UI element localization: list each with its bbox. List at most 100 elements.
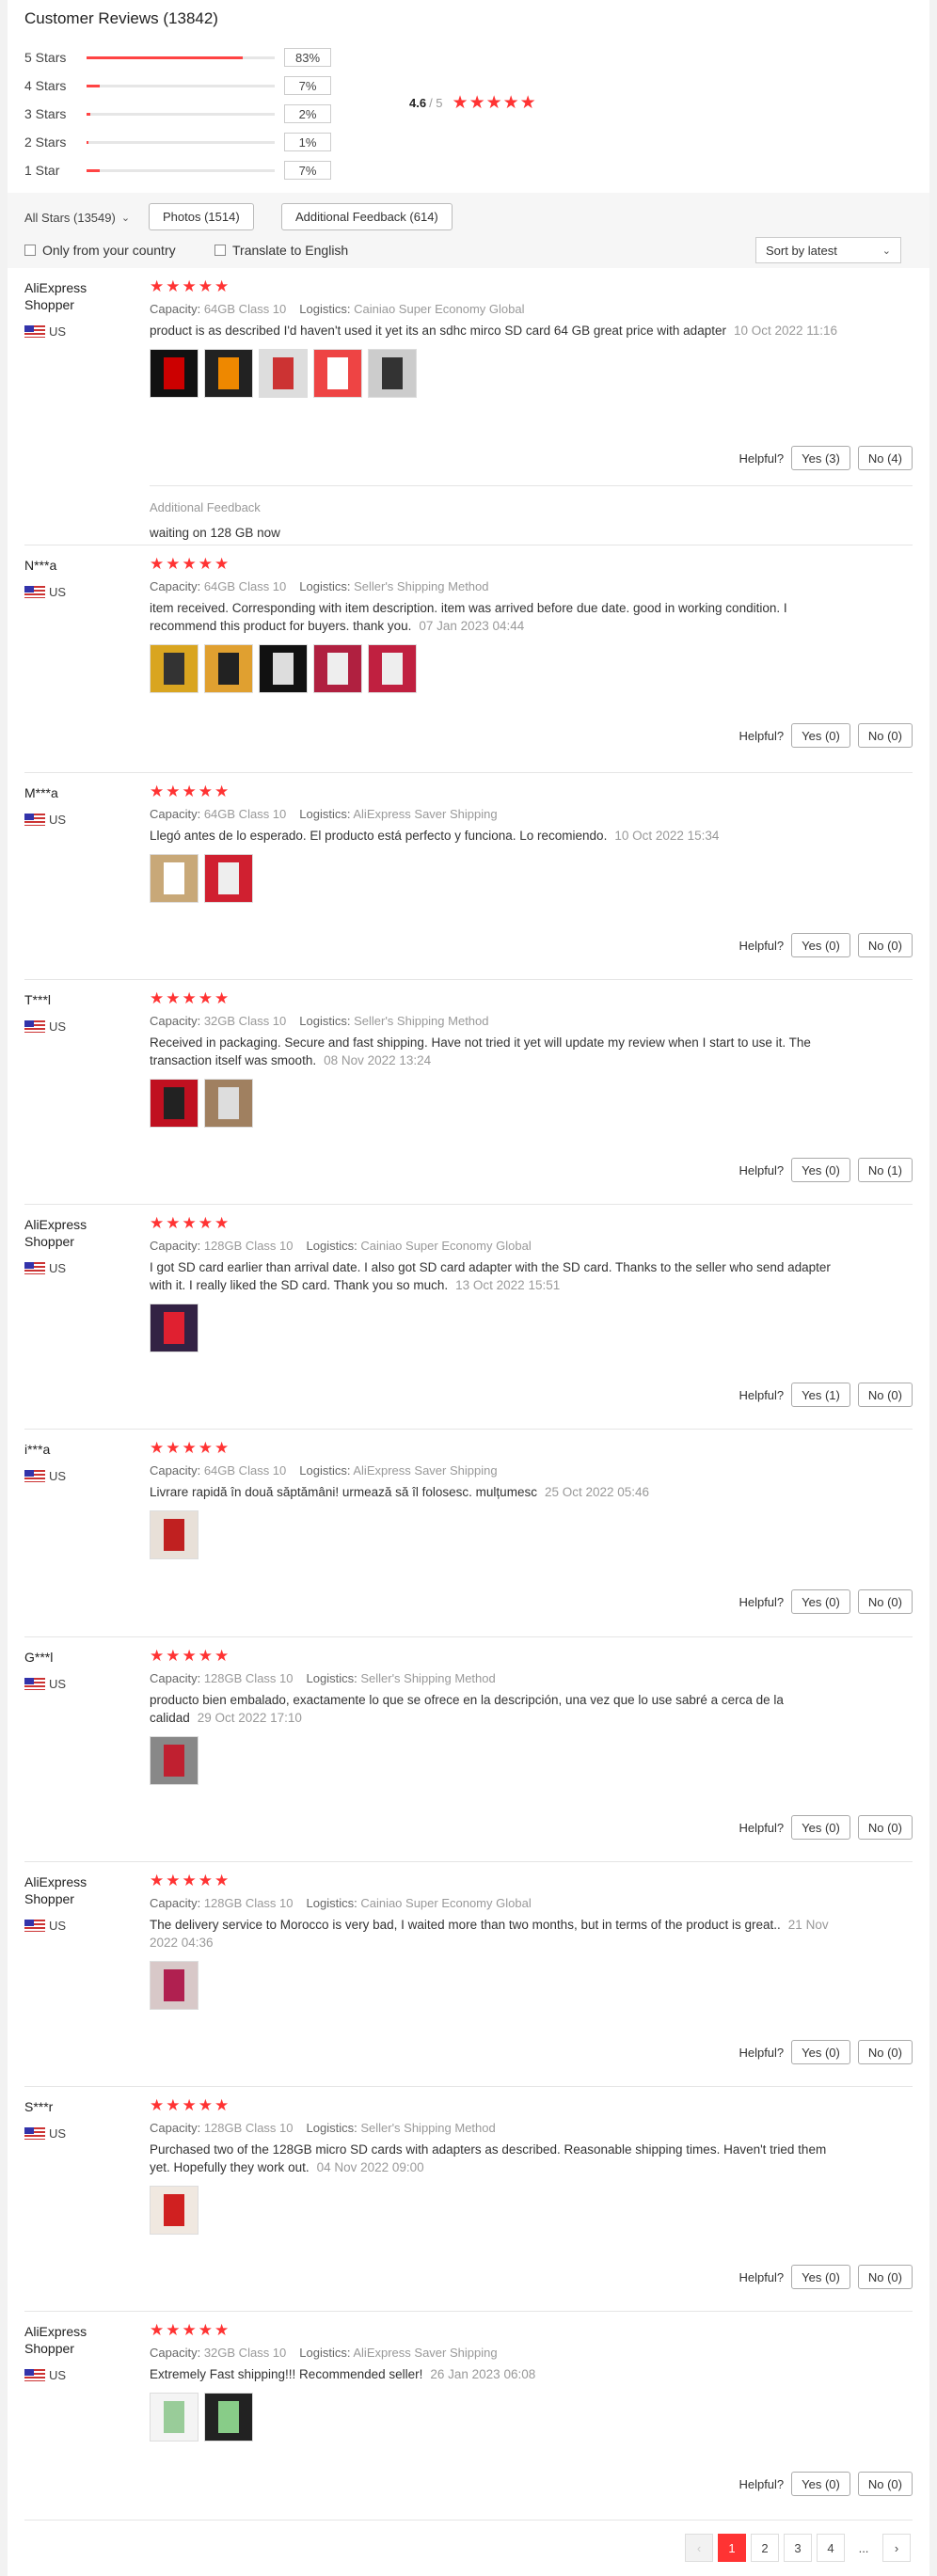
reviews-title: Customer Reviews (13842) [24, 9, 218, 27]
us-flag-icon [24, 586, 45, 598]
review-item: AliExpress Shopper US ★★★★★ Capacity: 64GB … [24, 268, 913, 545]
review-photo[interactable] [204, 349, 253, 398]
helpful-yes-button[interactable]: Yes (1) [791, 1383, 850, 1407]
translate-checkbox[interactable]: Translate to English [214, 243, 348, 258]
photo-product [327, 357, 348, 389]
review-body: ★★★★★ Capacity: 64GB Class 10 Logistics: C… [150, 277, 846, 398]
review-content: Llegó antes de lo esperado. El producto … [150, 829, 608, 843]
helpful-yes-button[interactable]: Yes (0) [791, 2265, 850, 2289]
helpful-yes-button[interactable]: Yes (0) [791, 1589, 850, 1614]
additional-feedback-title: Additional Feedback [150, 500, 261, 514]
reviewer-name: AliExpress Shopper [24, 2324, 87, 2356]
helpful-no-button[interactable]: No (0) [857, 1383, 913, 1407]
next-page-button[interactable]: › [882, 2534, 911, 2562]
capacity-label: Capacity: [150, 2121, 201, 2135]
country-code: US [49, 813, 67, 827]
page-2-button[interactable]: 2 [751, 2534, 779, 2562]
helpful-label: Helpful? [738, 1162, 785, 1177]
reviewer-name: i***a [24, 1442, 51, 1457]
review-sku-info: Capacity: 32GB Class 10 Logistics: AliExp… [150, 2346, 846, 2360]
all-stars-dropdown[interactable]: All Stars (13549) ⌄ [24, 206, 130, 229]
review-photo[interactable] [313, 349, 362, 398]
photo-product [273, 653, 294, 685]
photos-filter-button[interactable]: Photos (1514) [149, 203, 254, 230]
review-photo[interactable] [313, 644, 362, 693]
review-photo[interactable] [368, 349, 417, 398]
logistics-value: AliExpress Saver Shipping [353, 807, 498, 821]
us-flag-icon [24, 1678, 45, 1690]
reviewer-name: M***a [24, 785, 58, 800]
review-photo[interactable] [204, 1079, 253, 1128]
helpful-yes-button[interactable]: Yes (0) [791, 1158, 850, 1182]
capacity-value: 128GB Class 10 [203, 1896, 294, 1910]
helpful-no-button[interactable]: No (1) [857, 1158, 913, 1182]
rating-row: 3 Stars 2% [24, 100, 331, 128]
logistics-value: Cainiao Super Economy Global [360, 1239, 532, 1253]
helpful-no-button[interactable]: No (0) [857, 723, 913, 748]
page-3-button[interactable]: 3 [784, 2534, 812, 2562]
logistics-value: Seller's Shipping Method [360, 2121, 496, 2135]
prev-page-button[interactable]: ‹ [685, 2534, 713, 2562]
review-photo[interactable] [259, 644, 308, 693]
helpful-no-button[interactable]: No (0) [857, 1815, 913, 1840]
review-sku-info: Capacity: 128GB Class 10 Logistics: Caini… [150, 1896, 846, 1910]
capacity-value: 64GB Class 10 [203, 807, 287, 821]
photo-product [164, 1312, 184, 1344]
photo-product [273, 357, 294, 389]
review-photos [150, 349, 846, 398]
country-code: US [49, 1469, 67, 1483]
helpful-yes-button[interactable]: Yes (3) [791, 446, 850, 470]
review-item: T***l US ★★★★★ Capacity: 32GB Class 10 Logis… [24, 980, 913, 1205]
review-photo[interactable] [150, 349, 199, 398]
review-photos [150, 1510, 846, 1559]
rating-label: 5 Stars [24, 50, 67, 65]
helpful-no-button[interactable]: No (0) [857, 2040, 913, 2064]
sort-select[interactable]: Sort by latest ⌄ [755, 237, 901, 263]
review-photo[interactable] [204, 644, 253, 693]
review-photo[interactable] [204, 2393, 253, 2442]
helpful-yes-button[interactable]: Yes (0) [791, 2472, 850, 2496]
rating-bar-fill [87, 140, 88, 144]
photo-product [164, 653, 184, 685]
country-code: US [49, 1919, 67, 1933]
review-photo[interactable] [150, 1736, 199, 1785]
reviewer-name: AliExpress Shopper [24, 280, 87, 312]
only-country-checkbox[interactable]: Only from your country [24, 243, 176, 258]
page-4-button[interactable]: 4 [817, 2534, 845, 2562]
helpful-label: Helpful? [738, 728, 785, 743]
review-photo[interactable] [150, 1961, 199, 2010]
helpful-no-button[interactable]: No (4) [857, 446, 913, 470]
review-photos [150, 1736, 846, 1785]
review-photo[interactable] [150, 1079, 199, 1128]
review-photo[interactable] [150, 2186, 199, 2235]
helpful-no-button[interactable]: No (0) [857, 1589, 913, 1614]
review-sku-info: Capacity: 128GB Class 10 Logistics: Selle… [150, 1671, 846, 1685]
helpful-yes-button[interactable]: Yes (0) [791, 2040, 850, 2064]
reviewer-country: US [24, 1469, 66, 1483]
helpful-no-button[interactable]: No (0) [857, 2265, 913, 2289]
review-photo[interactable] [150, 1304, 199, 1352]
helpful-yes-button[interactable]: Yes (0) [791, 933, 850, 957]
page-1-button[interactable]: 1 [718, 2534, 746, 2562]
review-photo[interactable] [368, 644, 417, 693]
rating-row: 2 Stars 1% [24, 128, 331, 156]
all-stars-label: All Stars (13549) [24, 210, 116, 225]
review-photo[interactable] [150, 1510, 199, 1559]
review-photo[interactable] [150, 644, 199, 693]
additional-feedback-filter-button[interactable]: Additional Feedback (614) [281, 203, 453, 230]
helpful-yes-button[interactable]: Yes (0) [791, 723, 850, 748]
us-flag-icon [24, 325, 45, 338]
reviewer-country: US [24, 1261, 66, 1275]
review-photo[interactable] [259, 349, 308, 398]
capacity-label: Capacity: [150, 807, 201, 821]
review-photo[interactable] [204, 854, 253, 903]
rating-label: 3 Stars [24, 106, 67, 121]
review-photo[interactable] [150, 2393, 199, 2442]
logistics-label: Logistics: [299, 1014, 351, 1028]
helpful-no-button[interactable]: No (0) [857, 2472, 913, 2496]
photo-product [164, 357, 184, 389]
review-photo[interactable] [150, 854, 199, 903]
helpful-no-button[interactable]: No (0) [857, 933, 913, 957]
helpful-yes-button[interactable]: Yes (0) [791, 1815, 850, 1840]
review-stars-icon: ★★★★★ [150, 1214, 231, 1232]
